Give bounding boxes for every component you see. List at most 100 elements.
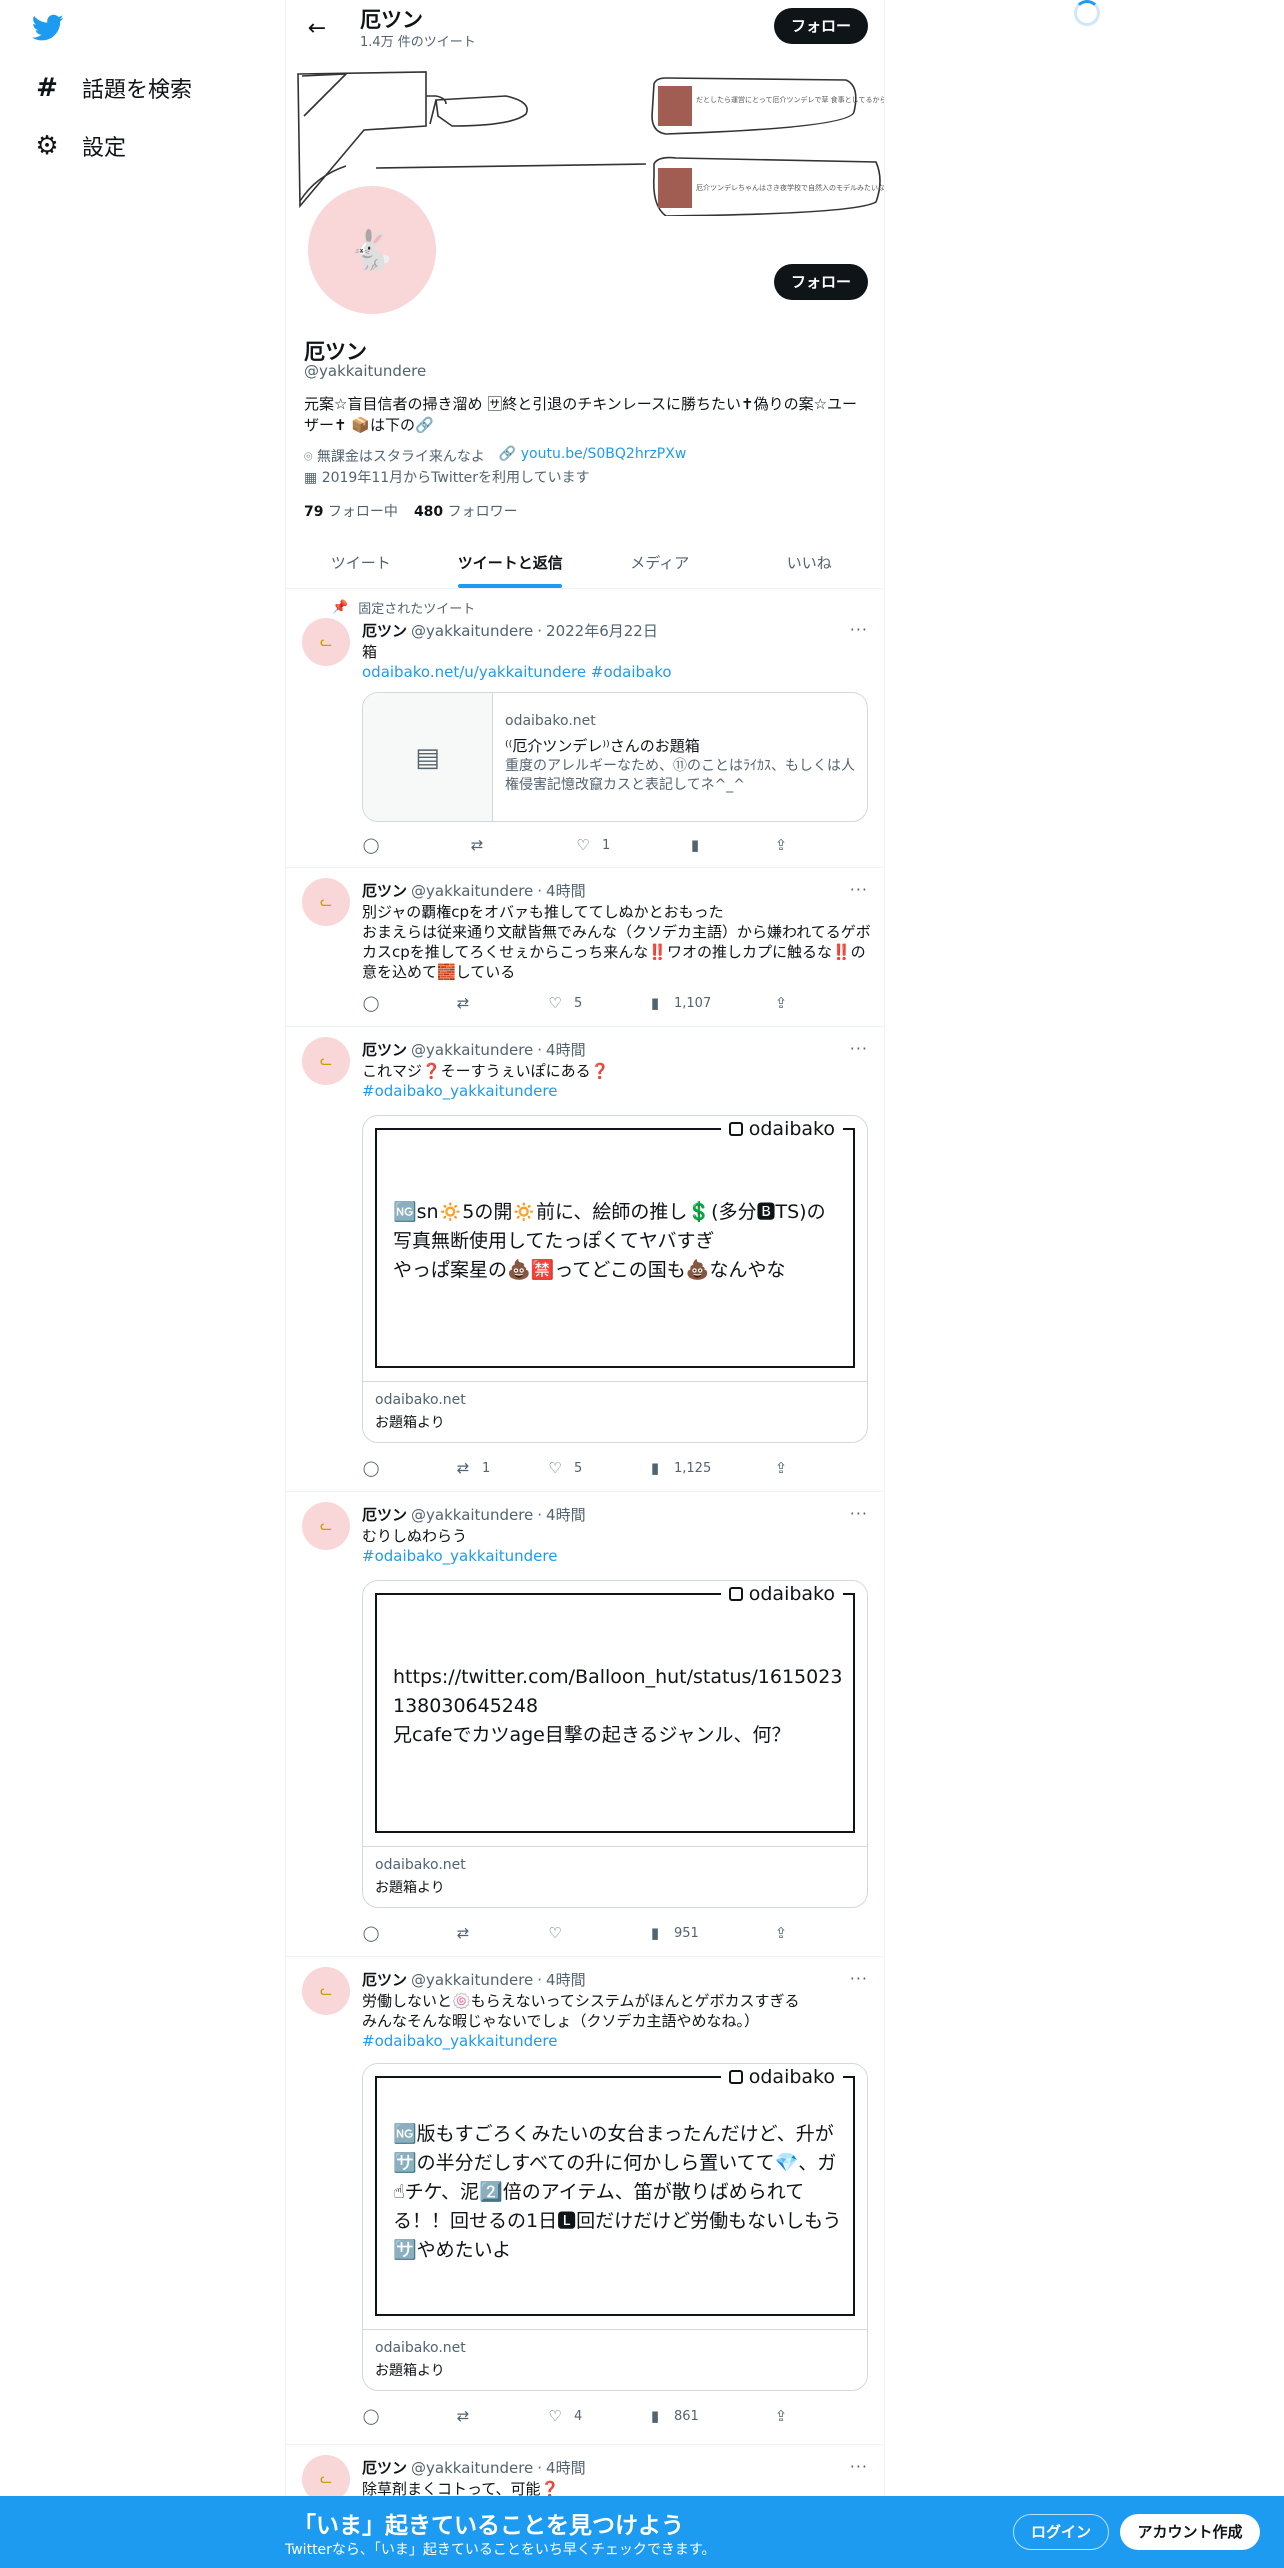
tab-tweets-replies[interactable]: ツイートと返信	[436, 537, 586, 588]
reply-button[interactable]: ◯	[362, 836, 380, 854]
share-button[interactable]: ⇪	[772, 2407, 790, 2425]
reply-button[interactable]: ◯	[362, 1459, 380, 1477]
tweet-author-handle[interactable]: @yakkaitundere	[411, 1506, 533, 1524]
retweet-button[interactable]: ⇄	[468, 836, 486, 854]
reply-button[interactable]: ◯	[362, 994, 380, 1012]
rabbit-mascot-icon: ᓚ	[320, 894, 332, 910]
tweet-avatar[interactable]: ᓚ	[302, 618, 350, 666]
like-button[interactable]: ♡	[546, 1924, 564, 1942]
followers-link[interactable]: 480 フォロワー	[414, 501, 518, 521]
following-link[interactable]: 79 フォロー中	[304, 501, 398, 521]
tab-media[interactable]: メディア	[585, 537, 735, 588]
reply-button[interactable]: ◯	[362, 1924, 380, 1942]
more-options-icon[interactable]: ···	[850, 2457, 868, 2476]
views-button[interactable]: ▮	[686, 836, 704, 854]
more-options-icon[interactable]: ···	[850, 880, 868, 899]
sidebar-item-settings[interactable]: ⚙ 設定	[34, 130, 126, 162]
location-item: ⌾ 無課金はスタライ来んなよ	[304, 446, 485, 466]
retweet-button[interactable]: ⇄ 1	[454, 1459, 491, 1477]
retweet-icon: ⇄	[456, 1924, 470, 1942]
retweet-button[interactable]: ⇄	[454, 994, 472, 1012]
tweet-author-handle[interactable]: @yakkaitundere	[411, 622, 533, 640]
views-button[interactable]: ▮ 1,107	[646, 994, 711, 1012]
views-bar-chart-icon: ▮	[650, 2407, 660, 2425]
odaibako-card[interactable]: odaibako 🆖sn🔅5の開🔅前に、絵師の推し💲(多分🅱TS)の写真無断使用…	[362, 1115, 868, 1443]
tweet[interactable]: ᓚ 厄ツン @yakkaitundere · 4時間 ··· これマジ❓そーすう…	[286, 1027, 884, 1492]
tweet-time[interactable]: 4時間	[546, 1969, 586, 1990]
tweet-hashtag[interactable]: #odaibako_yakkaitundere	[362, 1546, 872, 1566]
tweet-time[interactable]: 4時間	[546, 1504, 586, 1525]
more-options-icon[interactable]: ···	[850, 1504, 868, 1523]
card-image-text: 🆖版もすごろくみたいの女台まったんだけど、升が🈂️の半分だしすべての升に何かしら…	[393, 2123, 842, 2261]
more-options-icon[interactable]: ···	[850, 620, 868, 639]
views-button[interactable]: ▮ 1,125	[646, 1459, 711, 1477]
tweet-hashtag[interactable]: #odaibako	[591, 663, 672, 681]
tweet-author-name[interactable]: 厄ツン	[362, 1504, 407, 1525]
tweet[interactable]: ᓚ 厄ツン @yakkaitundere · 4時間 ··· むりしぬわらう #…	[286, 1492, 884, 1957]
tweet-avatar[interactable]: ᓚ	[302, 1967, 350, 2015]
tweet-avatar[interactable]: ᓚ	[302, 1502, 350, 1550]
tab-likes[interactable]: いいね	[735, 537, 885, 588]
views-button[interactable]: ▮ 951	[646, 1924, 699, 1942]
like-button[interactable]: ♡ 1	[574, 836, 610, 854]
tweet-author-name[interactable]: 厄ツン	[362, 620, 407, 641]
share-button[interactable]: ⇪	[772, 994, 790, 1012]
tweet-author-name[interactable]: 厄ツン	[362, 880, 407, 901]
header-follow-button[interactable]: フォロー	[774, 8, 868, 44]
retweet-button[interactable]: ⇄	[454, 2407, 472, 2425]
followers-count: 480	[413, 504, 444, 520]
tweet-time[interactable]: 4時間	[546, 2457, 586, 2478]
tweet-author-handle[interactable]: @yakkaitundere	[411, 1971, 533, 1989]
tweet-author-handle[interactable]: @yakkaitundere	[411, 882, 533, 900]
share-button[interactable]: ⇪	[772, 1924, 790, 1942]
reply-button[interactable]: ◯	[362, 2407, 380, 2425]
tweet-author-name[interactable]: 厄ツン	[362, 2457, 407, 2478]
tweet-avatar[interactable]: ᓚ	[302, 1037, 350, 1085]
create-account-button[interactable]: アカウント作成	[1120, 2514, 1260, 2550]
tweet-time[interactable]: 2022年6月22日	[546, 620, 658, 641]
more-options-icon[interactable]: ···	[850, 1969, 868, 1988]
tweet-time[interactable]: 4時間	[546, 880, 586, 901]
login-button[interactable]: ログイン	[1013, 2514, 1109, 2550]
following-label: フォロー中	[327, 504, 398, 520]
share-button[interactable]: ⇪	[772, 1459, 790, 1477]
tweet[interactable]: ᓚ 厄ツン @yakkaitundere · 4時間 ··· 労働しないと🍥もら…	[286, 1957, 884, 2445]
tweet-pinned[interactable]: 📌 固定されたツイート ᓚ 厄ツン @yakkaitundere · 2022年…	[286, 590, 884, 868]
tweet-hashtag[interactable]: #odaibako_yakkaitundere	[362, 1081, 872, 1101]
retweet-button[interactable]: ⇄	[454, 1924, 472, 1942]
tweet-author-name[interactable]: 厄ツン	[362, 1039, 407, 1060]
profile-follow-button[interactable]: フォロー	[774, 264, 868, 300]
tab-tweets[interactable]: ツイート	[286, 537, 436, 588]
tweet[interactable]: ᓚ 厄ツン @yakkaitundere · 4時間 ··· 別ジャの覇権cpを…	[286, 868, 884, 1027]
like-button[interactable]: ♡ 4	[546, 2407, 582, 2425]
rabbit-mascot-icon: ᓚ	[320, 1983, 332, 1999]
link-card[interactable]: ▤ odaibako.net ⁽⁽厄介ツンデレ⁾⁾さんのお題箱 重度のアレルギー…	[362, 692, 868, 822]
views-bar-chart-icon: ▮	[650, 1924, 660, 1942]
tweet-actions: ◯ ⇄ ♡ 1 ▮ ⇪	[362, 836, 802, 856]
retweet-icon: ⇄	[456, 2407, 470, 2425]
views-button[interactable]: ▮ 861	[646, 2407, 699, 2425]
tweet-hashtag[interactable]: #odaibako_yakkaitundere	[362, 2031, 872, 2051]
tweet-author-handle[interactable]: @yakkaitundere	[411, 2459, 533, 2477]
sidebar-item-explore[interactable]: # 話題を検索	[34, 72, 192, 104]
share-button[interactable]: ⇪	[772, 836, 790, 854]
more-options-icon[interactable]: ···	[850, 1039, 868, 1058]
odaibako-card[interactable]: odaibako 🆖版もすごろくみたいの女台まったんだけど、升が🈂️の半分だしす…	[362, 2063, 868, 2391]
odaibako-card[interactable]: odaibako https://twitter.com/Balloon_hut…	[362, 1580, 868, 1908]
card-description: 重度のアレルギーなため、⑪のことはﾗｲｶｽ、もしくは人権侵害記憶改竄カスと表記し…	[505, 758, 855, 793]
card-domain: odaibako.net	[375, 1392, 466, 1408]
tweet-avatar[interactable]: ᓚ	[302, 878, 350, 926]
profile-link[interactable]: youtu.be/S0BQ2hrzPXw	[521, 446, 687, 462]
tweet-author-name[interactable]: 厄ツン	[362, 1969, 407, 1990]
link-item[interactable]: 🔗 youtu.be/S0BQ2hrzPXw	[499, 446, 686, 466]
profile-avatar[interactable]: 🐇	[304, 182, 440, 318]
twitter-logo-icon[interactable]	[32, 14, 64, 42]
like-button[interactable]: ♡ 5	[546, 994, 582, 1012]
tweet-author-handle[interactable]: @yakkaitundere	[411, 1041, 533, 1059]
tweet-time[interactable]: 4時間	[546, 1039, 586, 1060]
tweet-actions: ◯ ⇄ ♡ 4 ▮ 861 ⇪	[362, 2407, 802, 2427]
like-button[interactable]: ♡ 5	[546, 1459, 582, 1477]
tweet-link[interactable]: odaibako.net/u/yakkaitundere	[362, 663, 586, 681]
back-arrow-icon[interactable]: ←	[300, 12, 334, 46]
tweet-header: 厄ツン @yakkaitundere · 4時間	[362, 1504, 586, 1525]
